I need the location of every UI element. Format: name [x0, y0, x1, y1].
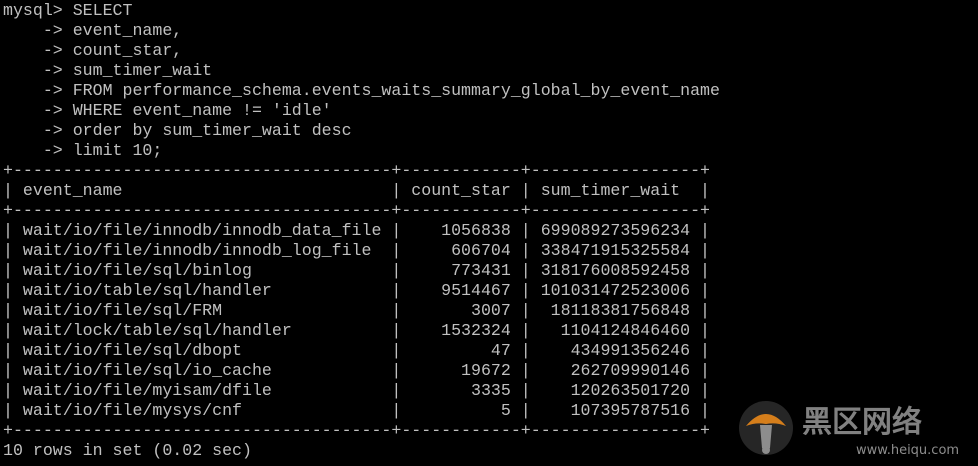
table-row: | wait/io/file/sql/binlog | 773431 | 318… [3, 261, 711, 280]
table-header: | event_name | count_star | sum_timer_wa… [3, 181, 711, 200]
table-row: | wait/io/table/sql/handler | 9514467 | … [3, 281, 711, 300]
terminal-window[interactable]: mysql> SELECT -> event_name, -> count_st… [0, 0, 978, 466]
query-line: -> order by sum_timer_wait desc [3, 121, 352, 140]
table-row: | wait/lock/table/sql/handler | 1532324 … [3, 321, 711, 340]
table-border: +--------------------------------------+… [3, 161, 711, 180]
table-row: | wait/io/file/sql/FRM | 3007 | 18118381… [3, 301, 711, 320]
prompt-line: mysql> SELECT [3, 1, 133, 20]
query-line: -> WHERE event_name != 'idle' [3, 101, 332, 120]
mushroom-icon [739, 401, 793, 455]
query-line: -> FROM performance_schema.events_waits_… [3, 81, 720, 100]
table-row: | wait/io/file/sql/io_cache | 19672 | 26… [3, 361, 711, 380]
table-row: | wait/io/file/sql/dbopt | 47 | 43499135… [3, 341, 711, 360]
query-line: -> event_name, [3, 21, 183, 40]
query-line: -> sum_timer_wait [3, 61, 213, 80]
watermark-url: www.heiqu.com [856, 443, 959, 458]
query-line: -> count_star, [3, 41, 183, 60]
watermark-logo: 黑区网络 www.heiqu.com [739, 401, 959, 458]
table-border: +--------------------------------------+… [3, 201, 711, 220]
watermark-title: 黑区网络 [802, 405, 922, 440]
query-line: -> limit 10; [3, 141, 163, 160]
table-row: | wait/io/file/innodb/innodb_log_file | … [3, 241, 711, 260]
table-row: | wait/io/file/innodb/innodb_data_file |… [3, 221, 711, 240]
